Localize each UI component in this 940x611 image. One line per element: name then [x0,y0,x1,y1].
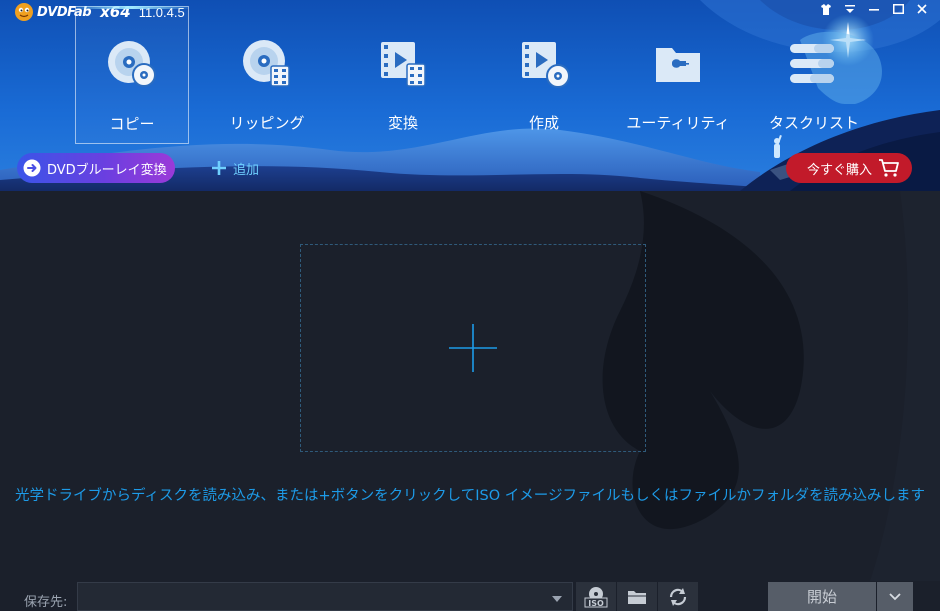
nav-label: ユーティリティ [626,114,730,132]
save-to-label: 保存先: [24,595,68,610]
svg-text:ISO: ISO [588,599,604,608]
nav-item-tasklist[interactable]: タスクリスト [758,6,870,142]
drop-zone[interactable] [300,244,646,452]
nav-item-copy[interactable]: コピー [75,6,189,144]
add-button[interactable]: 追加 [211,157,259,179]
bottom-bar: 保存先: ISO 開始 [0,581,940,611]
nav-label: リッピング [229,114,305,132]
nav-item-ripping[interactable]: リッピング [211,6,323,142]
header: DVDFab x64 11.0.4.5 コピー リッピング 変換 作成 ユーティ… [0,0,940,191]
buy-now-button[interactable]: 今すぐ購入 [786,153,912,183]
buy-label: 今すぐ購入 [807,162,873,178]
save-path-input[interactable] [77,582,573,611]
refresh-icon [669,587,687,606]
nav-label: コピー [109,115,155,133]
mode-switch-button[interactable]: DVDブルーレイ変換 [17,153,175,183]
drop-hint-text: 光学ドライブからディスクを読み込み、または+ボタンをクリックしてISO イメージ… [15,488,925,504]
iso-button[interactable]: ISO [575,582,616,611]
plus-icon [212,161,226,175]
chevron-down-icon[interactable] [551,595,563,603]
folder-utility-icon [656,48,700,82]
main-area: 光学ドライブからディスクを読み込み、または+ボタンをクリックしてISO イメージ… [0,191,940,581]
folder-icon [628,590,646,604]
add-source-plus-icon [449,324,497,372]
disc-rip-icon [243,40,290,87]
main-nav: コピー リッピング 変換 作成 ユーティリティ タスクリスト [40,0,940,150]
nav-label: 変換 [387,114,418,132]
nav-label: タスクリスト [768,114,859,132]
add-label: 追加 [233,162,260,178]
nav-item-utility[interactable]: ユーティリティ [622,6,734,142]
folder-button[interactable] [616,582,657,611]
iso-icon: ISO [584,586,608,608]
film-convert-icon [381,42,426,87]
start-button[interactable]: 開始 [768,582,876,611]
dvdfab-logo-icon [15,3,33,21]
refresh-button[interactable] [657,582,698,611]
start-label: 開始 [806,588,837,606]
disc-copy-icon [108,41,156,87]
task-list-icon [790,44,834,83]
arrow-circle-icon [23,159,41,177]
chevron-down-icon [889,592,901,600]
cart-icon [879,159,899,177]
nav-item-create[interactable]: 作成 [488,6,600,142]
nav-item-convert[interactable]: 変換 [347,6,459,142]
mode-label: DVDブルーレイ変換 [47,162,167,178]
app-window: DVDFab x64 11.0.4.5 コピー リッピング 変換 作成 ユーティ… [0,0,940,611]
film-create-icon [522,42,570,88]
start-options-button[interactable] [877,582,913,611]
nav-label: 作成 [528,114,559,132]
